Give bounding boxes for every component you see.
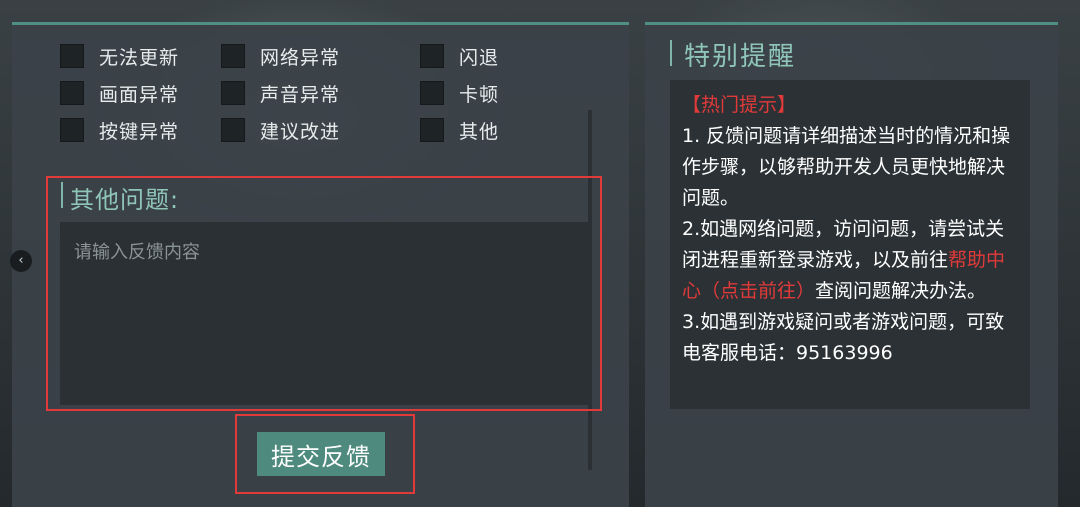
section-bar-decoration bbox=[61, 182, 63, 208]
category-label: 其他 bbox=[459, 120, 500, 143]
checkbox-icon[interactable] bbox=[221, 118, 245, 142]
hot-tip-heading: 【热门提示】 bbox=[682, 94, 797, 116]
category-checkbox-6[interactable]: 卡顿 bbox=[420, 80, 499, 106]
category-label: 网络异常 bbox=[260, 46, 341, 69]
notice-item-3: 3.如遇到游戏疑问或者游戏问题，可致电客服电话：95163996 bbox=[682, 311, 1005, 364]
category-checkbox-5[interactable]: 声音异常 bbox=[221, 80, 340, 106]
checkbox-icon[interactable] bbox=[420, 81, 444, 105]
checkbox-icon[interactable] bbox=[60, 118, 84, 142]
category-checkbox-8[interactable]: 建议改进 bbox=[221, 117, 340, 143]
category-label: 闪退 bbox=[459, 46, 500, 69]
category-checkbox-7[interactable]: 按键异常 bbox=[60, 117, 179, 143]
category-label: 按键异常 bbox=[99, 120, 180, 143]
notice-item-1: 1. 反馈问题请详细描述当时的情况和操作步骤，以够帮助开发人员更快地解决问题。 bbox=[682, 125, 1011, 209]
checkbox-icon[interactable] bbox=[420, 118, 444, 142]
checkbox-icon[interactable] bbox=[420, 44, 444, 68]
other-issue-title: 其他问题: bbox=[70, 186, 180, 214]
checkbox-icon[interactable] bbox=[221, 44, 245, 68]
category-checkbox-2[interactable]: 网络异常 bbox=[221, 43, 340, 69]
category-label: 卡顿 bbox=[459, 83, 500, 106]
checkbox-icon[interactable] bbox=[221, 81, 245, 105]
checkbox-icon[interactable] bbox=[60, 44, 84, 68]
notice-content: 【热门提示】 1. 反馈问题请详细描述当时的情况和操作步骤，以够帮助开发人员更快… bbox=[670, 80, 1030, 409]
category-label: 声音异常 bbox=[260, 83, 341, 106]
notice-item-2: 2.如遇网络问题，访问问题，请尝试关闭进程重新登录游戏，以及前往帮助中心（点击前… bbox=[682, 214, 1018, 307]
notice-item-2-tail: 查阅问题解决办法。 bbox=[815, 280, 987, 302]
category-label: 无法更新 bbox=[99, 46, 180, 69]
submit-feedback-button[interactable]: 提交反馈 bbox=[257, 432, 385, 476]
category-label: 建议改进 bbox=[260, 120, 341, 143]
section-bar-decoration bbox=[670, 40, 672, 66]
category-checkbox-9[interactable]: 其他 bbox=[420, 117, 499, 143]
category-checkbox-3[interactable]: 闪退 bbox=[420, 43, 499, 69]
category-checkbox-1[interactable]: 无法更新 bbox=[60, 43, 179, 69]
notice-title: 特别提醒 bbox=[684, 42, 797, 72]
checkbox-icon[interactable] bbox=[60, 81, 84, 105]
feedback-input[interactable] bbox=[60, 222, 592, 405]
category-checkbox-4[interactable]: 画面异常 bbox=[60, 80, 179, 106]
category-label: 画面异常 bbox=[99, 83, 180, 106]
chevron-left-icon[interactable]: ‹ bbox=[10, 250, 32, 272]
